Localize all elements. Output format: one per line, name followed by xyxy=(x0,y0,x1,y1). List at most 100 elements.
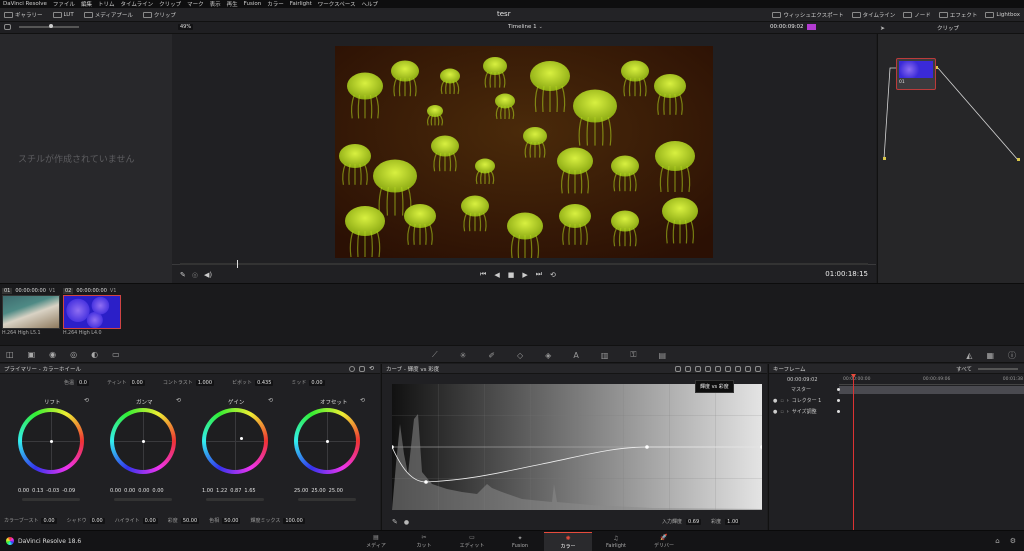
wheel-reset-icon[interactable]: ⟲ xyxy=(360,397,365,404)
mode-bars-icon[interactable] xyxy=(348,365,355,372)
play-icon[interactable]: ▶ xyxy=(522,271,527,279)
color-warper-icon[interactable]: ✳ xyxy=(460,351,467,360)
clip-thumbnail-02[interactable]: 02 00:00:00:00 V1 H.264 High L4.0 xyxy=(63,286,123,342)
wheel-value[interactable]: 1.65 xyxy=(244,488,255,494)
param-field[interactable]: 0.00 xyxy=(89,517,105,524)
wheel-value[interactable]: -0.09 xyxy=(62,488,75,494)
menu-item[interactable]: マーク xyxy=(187,0,204,8)
luma-vs-sat-graph[interactable] xyxy=(392,384,762,510)
reset-icon[interactable]: ⟲ xyxy=(369,365,374,372)
master-track-bar[interactable] xyxy=(839,386,1024,394)
menu-item[interactable]: Fairlight xyxy=(290,1,312,7)
keyframe-track[interactable]: ● ▫ › サイズ調整 xyxy=(773,408,817,416)
toolbar-item[interactable]: ギャラリー xyxy=(4,11,43,19)
play-reverse-icon[interactable]: ◀ xyxy=(494,271,499,279)
viewer-mode-icon[interactable] xyxy=(806,24,816,30)
keyframe-dot[interactable] xyxy=(837,399,840,402)
chevron-right-icon[interactable]: › xyxy=(787,409,789,415)
clip-thumbnail-01[interactable]: 01 00:00:00:00 V1 H.264 High L5.1 xyxy=(2,286,62,342)
skip-forward-icon[interactable]: ⏭ xyxy=(536,270,542,279)
param-field[interactable]: 0.00 xyxy=(41,517,57,524)
saturation-field[interactable]: 1.00 xyxy=(725,518,741,525)
menu-item[interactable]: DaVinci Resolve xyxy=(3,1,47,7)
param-field[interactable]: 100.00 xyxy=(283,517,305,524)
skip-back-icon[interactable]: ⏮ xyxy=(480,270,486,279)
menu-item[interactable]: ワークスペース xyxy=(318,0,356,8)
stop-icon[interactable]: ■ xyxy=(508,271,515,279)
toolbar-item[interactable]: LUT xyxy=(52,12,74,18)
magic-mask-icon[interactable]: A xyxy=(573,351,578,360)
page-tab-0[interactable]: ▤ メディア xyxy=(352,532,400,551)
param-field[interactable]: 50.00 xyxy=(222,517,241,524)
scrubber[interactable] xyxy=(180,260,868,268)
node-01[interactable]: 01 xyxy=(896,58,936,90)
keyframe-dot[interactable] xyxy=(837,388,840,391)
info-icon[interactable]: ⓘ xyxy=(1008,350,1016,361)
tracker-icon[interactable]: ◈ xyxy=(545,351,551,360)
menu-item[interactable]: カラー xyxy=(267,0,284,8)
wheel-value[interactable]: 0.13 xyxy=(32,488,43,494)
keyframe-playhead[interactable] xyxy=(853,376,854,530)
wheel-value[interactable]: 0.00 xyxy=(110,488,121,494)
wheel-value[interactable]: -0.03 xyxy=(46,488,59,494)
scopes-icon[interactable]: ▦ xyxy=(986,351,994,360)
qualifier-icon[interactable]: ✐ xyxy=(488,351,495,360)
stills-grab-icon[interactable] xyxy=(4,24,11,30)
color-wheel[interactable] xyxy=(18,408,84,474)
color-wheel[interactable] xyxy=(110,408,176,474)
eyedropper-icon[interactable]: ✎ xyxy=(180,271,186,279)
track-enable-icon[interactable]: ● xyxy=(773,409,777,415)
param-field[interactable]: 0.00 xyxy=(142,517,158,524)
wheel-value[interactable]: 0.87 xyxy=(230,488,241,494)
param-field[interactable]: 1.000 xyxy=(195,379,215,386)
audio-icon[interactable]: ◀) xyxy=(204,271,212,279)
camera-raw-icon[interactable]: ◫ xyxy=(6,350,14,359)
track-enable-icon[interactable]: ● xyxy=(773,398,777,404)
wheel-value[interactable]: 25.00 xyxy=(311,488,325,494)
wheel-value[interactable]: 0.00 xyxy=(138,488,149,494)
param-field[interactable]: 0.435 xyxy=(255,379,274,386)
home-icon[interactable]: ⌂ xyxy=(995,537,999,545)
timeline-name[interactable]: Timeline 1 xyxy=(508,24,537,30)
menu-item[interactable]: クリップ xyxy=(159,0,181,8)
page-tab-2[interactable]: ▭ エディット xyxy=(448,532,496,551)
more-icon[interactable] xyxy=(755,365,761,372)
menu-item[interactable]: ヘルプ xyxy=(361,0,378,8)
menu-item[interactable]: ファイル xyxy=(53,0,75,8)
highlight-icon[interactable]: ◎ xyxy=(192,271,198,279)
toolbar-item[interactable]: メディアプール xyxy=(83,11,133,19)
hue-vs-lum-icon[interactable] xyxy=(705,365,711,372)
hue-vs-hue-icon[interactable] xyxy=(685,365,691,372)
keyframes-filter[interactable]: すべて xyxy=(956,365,972,373)
wheel-reset-icon[interactable]: ⟲ xyxy=(176,397,181,404)
wheel-value[interactable]: 0.00 xyxy=(18,488,29,494)
sat-vs-sat-icon[interactable] xyxy=(725,365,731,372)
rgb-mixer-icon[interactable]: ◎ xyxy=(70,350,77,359)
sizing-icon[interactable]: ▤ xyxy=(658,351,666,360)
master-wheel-slider[interactable] xyxy=(298,498,356,501)
blur-icon[interactable]: ▥ xyxy=(601,351,609,360)
master-wheel-slider[interactable] xyxy=(22,498,80,501)
input-luma-field[interactable]: 0.69 xyxy=(686,518,702,525)
stills-slider[interactable] xyxy=(19,24,79,28)
custom-curve-icon[interactable] xyxy=(675,365,681,372)
wheel-reset-icon[interactable]: ⟲ xyxy=(84,397,89,404)
window-icon[interactable]: ◇ xyxy=(517,351,523,360)
menu-item[interactable]: 編集 xyxy=(81,0,92,8)
param-field[interactable]: 50.00 xyxy=(180,517,200,524)
menu-item[interactable]: タイムライン xyxy=(120,0,153,8)
wheel-value[interactable]: 0.00 xyxy=(124,488,135,494)
primaries-icon[interactable]: ◉ xyxy=(49,350,56,359)
toolbar-item[interactable]: ノード xyxy=(903,11,931,19)
track-lock-icon[interactable]: ▫ xyxy=(780,409,783,415)
page-tab-1[interactable]: ✂ カット xyxy=(400,532,448,551)
loop-icon[interactable]: ⟲ xyxy=(550,271,556,279)
pointer-icon[interactable]: ➤ xyxy=(880,25,885,32)
toolbar-item[interactable]: クリップ xyxy=(142,11,176,19)
chevron-down-icon[interactable]: ⌄ xyxy=(539,24,543,30)
wheel-value[interactable]: 1.22 xyxy=(216,488,227,494)
menu-item[interactable]: Fusion xyxy=(244,1,262,7)
toolbar-item[interactable]: ウィッシュエクスポート xyxy=(772,11,844,19)
curves-icon[interactable]: ⟋ xyxy=(432,350,438,360)
3d-icon[interactable]: ◭ xyxy=(966,351,972,360)
